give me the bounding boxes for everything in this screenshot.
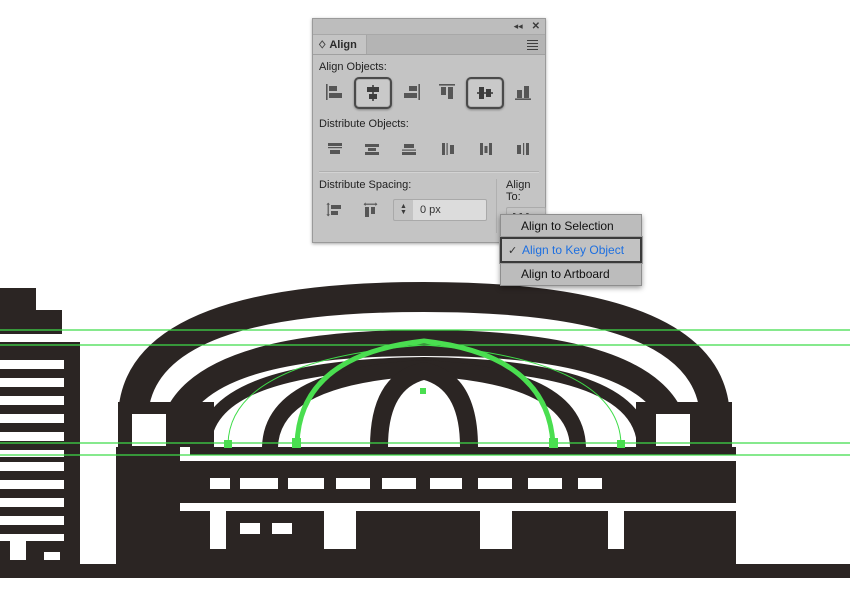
horizontal-distribute-center-icon — [480, 143, 492, 155]
spacing-input[interactable]: 0 px — [413, 199, 487, 221]
menu-item-align-to-artboard[interactable]: Align to Artboard — [501, 263, 641, 285]
horizontal-align-center-icon — [367, 85, 379, 101]
menu-item-label: Align to Artboard — [521, 267, 610, 281]
vertical-align-top-button[interactable] — [429, 77, 465, 107]
check-icon: ✓ — [508, 244, 518, 257]
vertical-distribute-center-icon — [365, 144, 379, 155]
tab-align-label: Align — [329, 38, 357, 51]
distribute-spacing-label: Distribute Spacing: — [319, 179, 412, 191]
align-panel[interactable]: ◂◂ ✕ ⬦ Align Align Objects: Distribute O… — [312, 18, 546, 243]
close-icon[interactable]: ✕ — [532, 22, 540, 32]
vertical-align-middle-button[interactable] — [466, 77, 504, 109]
horizontal-distribute-left-button[interactable] — [431, 134, 467, 164]
horizontal-align-left-button[interactable] — [317, 77, 353, 107]
tab-align[interactable]: ⬦ Align — [313, 35, 367, 54]
distribute-spacing-section: Distribute Spacing: ▲ ▼ 0 px — [313, 179, 497, 233]
align-objects-label: Align Objects: — [319, 61, 387, 73]
horizontal-align-right-button[interactable] — [393, 77, 429, 107]
align-to-dropdown-menu[interactable]: Align to Selection ✓ Align to Key Object… — [500, 214, 642, 286]
menu-item-align-to-key-object[interactable]: ✓ Align to Key Object — [500, 237, 642, 263]
vertical-distribute-top-button[interactable] — [317, 134, 353, 164]
tab-grip-icon: ⬦ — [319, 37, 326, 51]
panel-titlebar[interactable]: ◂◂ ✕ — [313, 19, 545, 35]
horizontal-distribute-left-icon — [442, 143, 454, 155]
vertical-align-middle-icon — [477, 87, 493, 99]
horizontal-distribute-spacing-icon — [363, 202, 378, 217]
menu-item-label: Align to Selection — [521, 219, 614, 233]
vertical-align-top-icon — [439, 84, 455, 99]
vertical-distribute-spacing-icon — [326, 202, 341, 217]
horizontal-distribute-spacing-button[interactable] — [353, 195, 389, 225]
horizontal-distribute-right-icon — [517, 143, 529, 155]
align-objects-row — [313, 77, 545, 109]
stepper-down-icon[interactable]: ▼ — [400, 209, 407, 216]
distribute-objects-row — [313, 134, 545, 164]
horizontal-distribute-center-button[interactable] — [468, 134, 504, 164]
vertical-distribute-spacing-button[interactable] — [317, 195, 353, 225]
vertical-align-bottom-button[interactable] — [505, 77, 541, 107]
panel-tabrow[interactable]: ⬦ Align — [313, 35, 545, 55]
distribute-spacing-row: ▲ ▼ 0 px — [313, 195, 496, 225]
vertical-distribute-top-icon — [328, 143, 342, 154]
distribute-objects-label: Distribute Objects: — [319, 118, 409, 130]
horizontal-distribute-right-button[interactable] — [505, 134, 541, 164]
panel-menu-icon[interactable] — [520, 35, 545, 54]
vertical-distribute-center-button[interactable] — [354, 134, 390, 164]
double-chevron-left-icon[interactable]: ◂◂ — [514, 22, 523, 31]
vertical-distribute-bottom-icon — [402, 144, 416, 155]
vertical-align-bottom-icon — [515, 86, 531, 100]
horizontal-align-left-icon — [326, 84, 342, 100]
horizontal-align-center-button[interactable] — [354, 77, 392, 109]
menu-item-label: Align to Key Object — [522, 243, 625, 257]
vertical-distribute-bottom-button[interactable] — [391, 134, 427, 164]
panel-divider — [319, 171, 539, 173]
menu-item-align-to-selection[interactable]: Align to Selection — [501, 215, 641, 237]
horizontal-align-right-icon — [404, 84, 420, 100]
spacing-stepper[interactable]: ▲ ▼ — [393, 199, 413, 221]
align-to-label: Align To: — [506, 179, 531, 203]
